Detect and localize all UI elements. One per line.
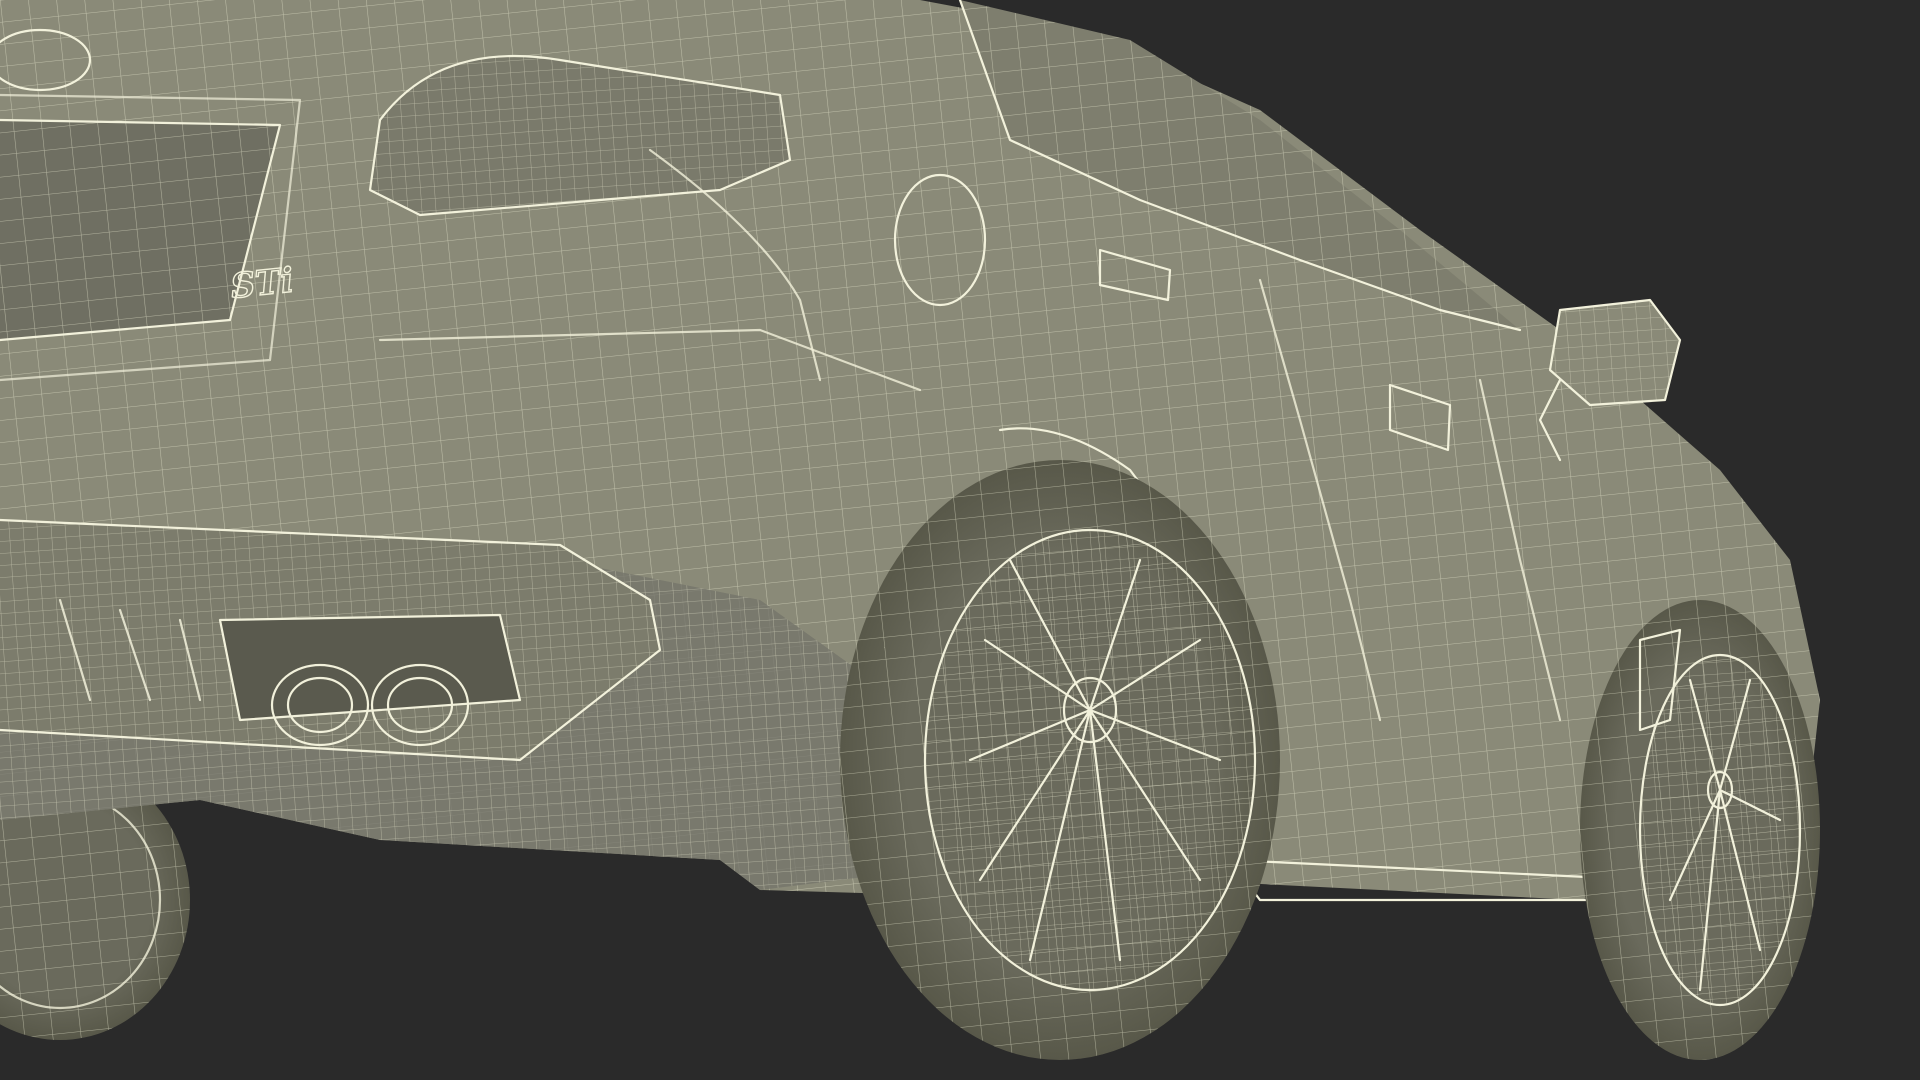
front-right-wheel [1580, 600, 1820, 1060]
car-wireframe-render: STi [0, 0, 1920, 1080]
viewport: STi [0, 0, 1920, 1080]
rear-right-wheel [840, 460, 1280, 1060]
trunk-badge: STi [229, 261, 296, 307]
